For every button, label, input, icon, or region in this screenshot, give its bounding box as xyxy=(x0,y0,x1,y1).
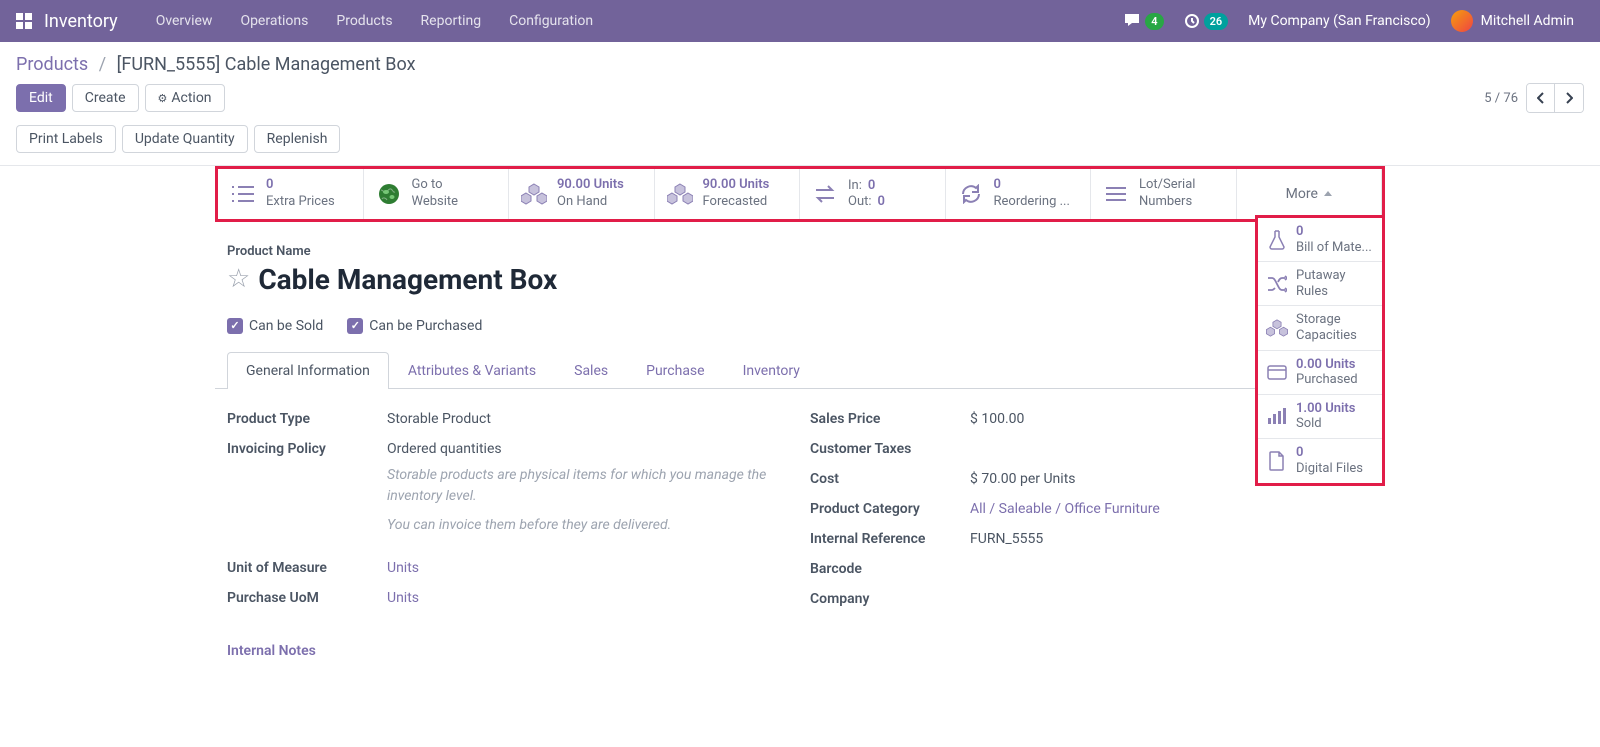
field-internal-ref: Internal ReferenceFURN_5555 xyxy=(810,531,1373,547)
refresh-icon xyxy=(958,181,984,207)
nav-operations[interactable]: Operations xyxy=(226,0,322,42)
list-icon xyxy=(230,181,256,207)
tab-general-information[interactable]: General Information xyxy=(227,352,389,389)
stat-button-row: 0Extra Prices Go toWebsite 90.00 UnitsOn… xyxy=(215,166,1385,222)
favorite-star[interactable]: ☆ xyxy=(227,264,250,294)
stat-reordering[interactable]: 0Reordering ... xyxy=(946,169,1092,219)
stat-in-out[interactable]: In:0 Out:0 xyxy=(800,169,946,219)
action-button[interactable]: ⚙Action xyxy=(145,84,225,112)
form-sheet: 0Extra Prices Go toWebsite 90.00 UnitsOn… xyxy=(215,166,1385,679)
tab-purchase[interactable]: Purchase xyxy=(627,352,723,389)
tab-bar: General Information Attributes & Variant… xyxy=(215,352,1385,389)
create-button[interactable]: Create xyxy=(72,84,139,112)
field-category: Product CategoryAll / Saleable / Office … xyxy=(810,501,1373,517)
nav-overview[interactable]: Overview xyxy=(142,0,227,42)
nav-configuration[interactable]: Configuration xyxy=(495,0,607,42)
can-be-purchased-checkbox[interactable]: ✓Can be Purchased xyxy=(347,318,482,334)
globe-icon xyxy=(376,181,402,207)
form-body: Product Type Storable Product Invoicing … xyxy=(215,389,1385,643)
flask-icon xyxy=(1266,229,1288,251)
apps-icon[interactable] xyxy=(16,13,32,29)
field-purchase-uom: Purchase UoM Units xyxy=(227,590,790,606)
checkbox-row: ✓Can be Sold ✓Can be Purchased xyxy=(215,304,1385,352)
caret-up-icon xyxy=(1324,191,1332,196)
top-nav: Inventory Overview Operations Products R… xyxy=(0,0,1600,42)
cubes-icon xyxy=(521,181,547,207)
tab-sales[interactable]: Sales xyxy=(555,352,627,389)
transfer-icon xyxy=(812,181,838,207)
stat-website[interactable]: Go toWebsite xyxy=(364,169,510,219)
breadcrumb: Products / [FURN_5555] Cable Management … xyxy=(0,42,1600,75)
replenish-button[interactable]: Replenish xyxy=(254,125,341,153)
bars-icon xyxy=(1103,181,1129,207)
stat-on-hand[interactable]: 90.00 UnitsOn Hand xyxy=(509,169,655,219)
stat-more[interactable]: More xyxy=(1237,169,1383,219)
nav-products[interactable]: Products xyxy=(322,0,406,42)
activities-button[interactable]: 26 xyxy=(1174,0,1239,42)
stat-forecasted[interactable]: 90.00 UnitsForecasted xyxy=(655,169,801,219)
file-icon xyxy=(1266,450,1288,472)
messages-button[interactable]: 4 xyxy=(1115,0,1173,42)
messages-badge: 4 xyxy=(1145,13,1163,30)
drop-sold[interactable]: 1.00 UnitsSold xyxy=(1258,395,1382,439)
field-barcode: Barcode xyxy=(810,561,1373,577)
form-col-left: Product Type Storable Product Invoicing … xyxy=(227,411,810,621)
cubes-icon xyxy=(1266,317,1288,339)
field-company: Company xyxy=(810,591,1373,607)
app-brand[interactable]: Inventory xyxy=(44,11,118,32)
chart-icon xyxy=(1266,405,1288,427)
form-header: Product Name ☆ Cable Management Box xyxy=(215,222,1385,304)
drop-digital[interactable]: 0Digital Files xyxy=(1258,439,1382,483)
field-product-type: Product Type Storable Product xyxy=(227,411,790,427)
product-title: Cable Management Box xyxy=(258,263,557,296)
pager[interactable]: 5 / 76 xyxy=(1484,91,1518,106)
print-labels-button[interactable]: Print Labels xyxy=(16,125,116,153)
user-name: Mitchell Admin xyxy=(1481,13,1574,29)
avatar xyxy=(1451,10,1473,32)
stat-lot-serial[interactable]: Lot/SerialNumbers xyxy=(1091,169,1237,219)
pager-buttons xyxy=(1526,83,1584,113)
action-bar: Print Labels Update Quantity Replenish xyxy=(0,125,1600,165)
tab-attributes-variants[interactable]: Attributes & Variants xyxy=(389,352,555,389)
edit-button[interactable]: Edit xyxy=(16,84,66,112)
field-uom: Unit of Measure Units xyxy=(227,560,790,576)
pager-next[interactable] xyxy=(1555,84,1583,112)
cubes-icon xyxy=(667,181,693,207)
stat-more-dropdown: 0Bill of Mate... PutawayRules StorageCap… xyxy=(1255,215,1385,486)
drop-putaway[interactable]: PutawayRules xyxy=(1258,262,1382,306)
check-icon: ✓ xyxy=(347,318,363,334)
user-menu[interactable]: Mitchell Admin xyxy=(1441,0,1584,42)
field-invoicing-policy: Invoicing Policy Ordered quantities Stor… xyxy=(227,441,790,536)
activities-badge: 26 xyxy=(1204,13,1229,30)
drop-bom[interactable]: 0Bill of Mate... xyxy=(1258,218,1382,262)
toolbar: Edit Create ⚙Action 5 / 76 xyxy=(0,75,1600,125)
can-be-sold-checkbox[interactable]: ✓Can be Sold xyxy=(227,318,323,334)
company-switcher[interactable]: My Company (San Francisco) xyxy=(1238,0,1440,42)
gear-icon: ⚙ xyxy=(158,92,168,105)
drop-purchased[interactable]: 0.00 UnitsPurchased xyxy=(1258,351,1382,395)
update-qty-button[interactable]: Update Quantity xyxy=(122,125,248,153)
nav-reporting[interactable]: Reporting xyxy=(407,0,496,42)
shuffle-icon xyxy=(1266,273,1288,295)
pager-prev[interactable] xyxy=(1527,84,1555,112)
drop-storage[interactable]: StorageCapacities xyxy=(1258,306,1382,350)
card-icon xyxy=(1266,361,1288,383)
crumb-parent[interactable]: Products xyxy=(16,54,88,75)
crumb-current: [FURN_5555] Cable Management Box xyxy=(117,54,416,75)
internal-notes-header: Internal Notes xyxy=(215,643,1385,679)
help-text: Storable products are physical items for… xyxy=(387,465,790,507)
tab-inventory[interactable]: Inventory xyxy=(724,352,819,389)
check-icon: ✓ xyxy=(227,318,243,334)
crumb-sep: / xyxy=(99,54,106,75)
product-name-label: Product Name xyxy=(227,244,1373,259)
help-text: You can invoice them before they are del… xyxy=(387,515,790,536)
stat-extra-prices[interactable]: 0Extra Prices xyxy=(218,169,364,219)
